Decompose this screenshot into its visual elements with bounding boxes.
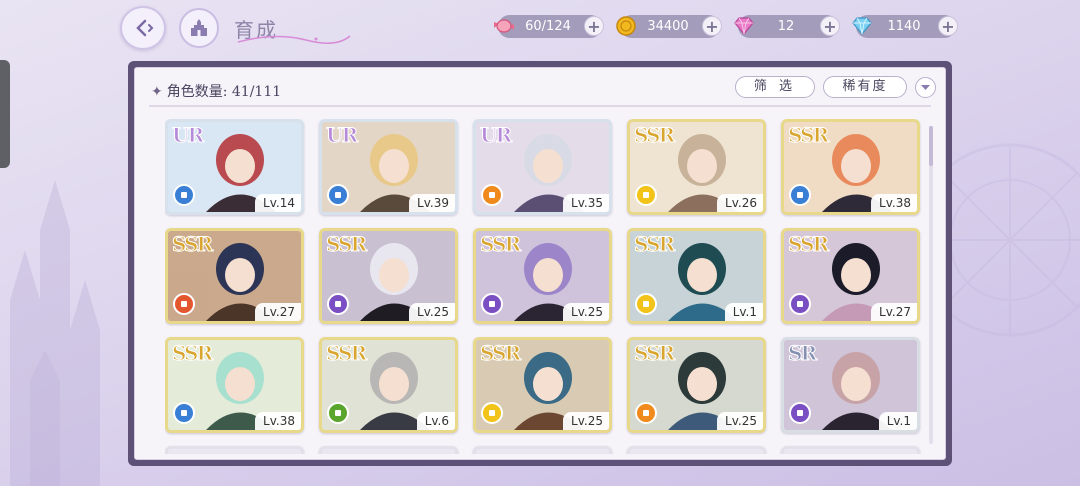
character-panel: ✦ 角色数量: 41/111 筛 选 稀有度 UR Lv.14 UR Lv.39 UR Lv…	[128, 61, 952, 466]
attribute-icon	[327, 184, 349, 206]
pink-diamond-counter: 12 +	[734, 15, 840, 38]
character-card[interactable]: SSR Lv.27	[165, 228, 304, 324]
rarity-badge: UR	[479, 123, 512, 148]
gold-counter: 34400 +	[616, 15, 722, 38]
rarity-badge: SR	[787, 341, 817, 366]
add-gold-button[interactable]: +	[702, 16, 722, 36]
scrollbar-thumb[interactable]	[929, 126, 933, 166]
character-card[interactable]: UR Lv.35	[473, 119, 612, 215]
character-grid: UR Lv.14 UR Lv.39 UR Lv.35 SSR Lv.26 SSR Lv.38 SSR…	[165, 119, 925, 454]
character-card[interactable]: UR Lv.39	[319, 119, 458, 215]
rarity-badge: SSR	[171, 232, 213, 257]
level-label: Lv.25	[409, 303, 455, 321]
header-divider	[149, 105, 931, 107]
side-drawer-handle[interactable]	[0, 60, 10, 168]
sparkle-icon: ✦	[151, 84, 163, 100]
rarity-badge: SSR	[787, 232, 829, 257]
back-arrow-icon	[136, 19, 154, 37]
attribute-icon	[173, 293, 195, 315]
pink-diamond-icon	[734, 17, 754, 35]
level-label: Lv.38	[871, 194, 917, 212]
rarity-badge: SSR	[633, 341, 675, 366]
add-blue-diamond-button[interactable]: +	[938, 16, 958, 36]
candy-icon	[494, 19, 514, 33]
character-card[interactable]: SSR Lv.38	[781, 119, 920, 215]
attribute-icon	[789, 293, 811, 315]
castle-home-icon	[191, 19, 207, 36]
blue-diamond-icon	[852, 17, 872, 35]
grid-scrollbar[interactable]	[929, 126, 933, 444]
rarity-badge: SSR	[633, 123, 675, 148]
rarity-sort-button[interactable]: 稀有度	[823, 76, 907, 98]
attribute-icon	[481, 293, 503, 315]
character-card[interactable]: UR Lv.14	[165, 119, 304, 215]
character-card[interactable]: SSR Lv.25	[473, 228, 612, 324]
character-count: ✦ 角色数量: 41/111	[151, 81, 281, 101]
add-candy-button[interactable]: +	[584, 16, 604, 36]
character-card-partial[interactable]	[627, 446, 766, 454]
level-label: Lv.6	[416, 412, 455, 430]
character-card-partial[interactable]	[781, 446, 920, 454]
home-button[interactable]	[179, 8, 219, 48]
sort-order-toggle[interactable]	[915, 77, 936, 98]
character-card[interactable]: SSR Lv.25	[473, 337, 612, 433]
level-label: Lv.25	[563, 303, 609, 321]
character-card[interactable]: SSR Lv.26	[627, 119, 766, 215]
level-label: Lv.14	[255, 194, 301, 212]
attribute-icon	[789, 184, 811, 206]
character-panel-inner: ✦ 角色数量: 41/111 筛 选 稀有度 UR Lv.14 UR Lv.39 UR Lv…	[134, 67, 946, 460]
blue-diamond-counter: 1140 +	[852, 15, 958, 38]
rarity-badge: SSR	[325, 232, 367, 257]
level-label: Lv.27	[255, 303, 301, 321]
level-label: Lv.25	[717, 412, 763, 430]
rarity-badge: UR	[171, 123, 204, 148]
character-card[interactable]: SSR Lv.27	[781, 228, 920, 324]
gold-coin-icon	[616, 16, 636, 36]
rarity-badge: SSR	[171, 341, 213, 366]
attribute-icon	[635, 293, 657, 315]
rarity-badge: SSR	[325, 341, 367, 366]
rarity-badge: SSR	[787, 123, 829, 148]
rarity-badge: SSR	[633, 232, 675, 257]
title-flourish-decoration	[237, 35, 351, 44]
character-card-partial[interactable]	[165, 446, 304, 454]
level-label: Lv.38	[255, 412, 301, 430]
character-card[interactable]: SSR Lv.25	[319, 228, 458, 324]
attribute-icon	[481, 184, 503, 206]
candy-counter: 60/124 +	[494, 15, 604, 38]
attribute-icon	[327, 402, 349, 424]
attribute-icon	[173, 402, 195, 424]
attribute-icon	[789, 402, 811, 424]
level-label: Lv.1	[724, 303, 763, 321]
level-label: Lv.1	[878, 412, 917, 430]
character-card-partial[interactable]	[473, 446, 612, 454]
character-card-partial[interactable]	[319, 446, 458, 454]
level-label: Lv.39	[409, 194, 455, 212]
level-label: Lv.26	[717, 194, 763, 212]
character-card[interactable]: SR Lv.1	[781, 337, 920, 433]
rarity-badge: SSR	[479, 232, 521, 257]
back-button[interactable]	[120, 6, 166, 50]
rarity-badge: SSR	[479, 341, 521, 366]
level-label: Lv.27	[871, 303, 917, 321]
character-card[interactable]: SSR Lv.25	[627, 337, 766, 433]
character-count-text: 角色数量: 41/111	[166, 84, 282, 100]
character-card[interactable]: SSR Lv.6	[319, 337, 458, 433]
chevron-down-icon	[921, 85, 930, 90]
attribute-icon	[173, 184, 195, 206]
rarity-badge: UR	[325, 123, 358, 148]
attribute-icon	[327, 293, 349, 315]
attribute-icon	[481, 402, 503, 424]
filter-button[interactable]: 筛 选	[735, 76, 815, 98]
attribute-icon	[635, 402, 657, 424]
add-pink-diamond-button[interactable]: +	[820, 16, 840, 36]
attribute-icon	[635, 184, 657, 206]
castle-silhouette-decoration	[10, 180, 100, 486]
level-label: Lv.35	[563, 194, 609, 212]
character-card[interactable]: SSR Lv.1	[627, 228, 766, 324]
character-card[interactable]: SSR Lv.38	[165, 337, 304, 433]
level-label: Lv.25	[563, 412, 609, 430]
